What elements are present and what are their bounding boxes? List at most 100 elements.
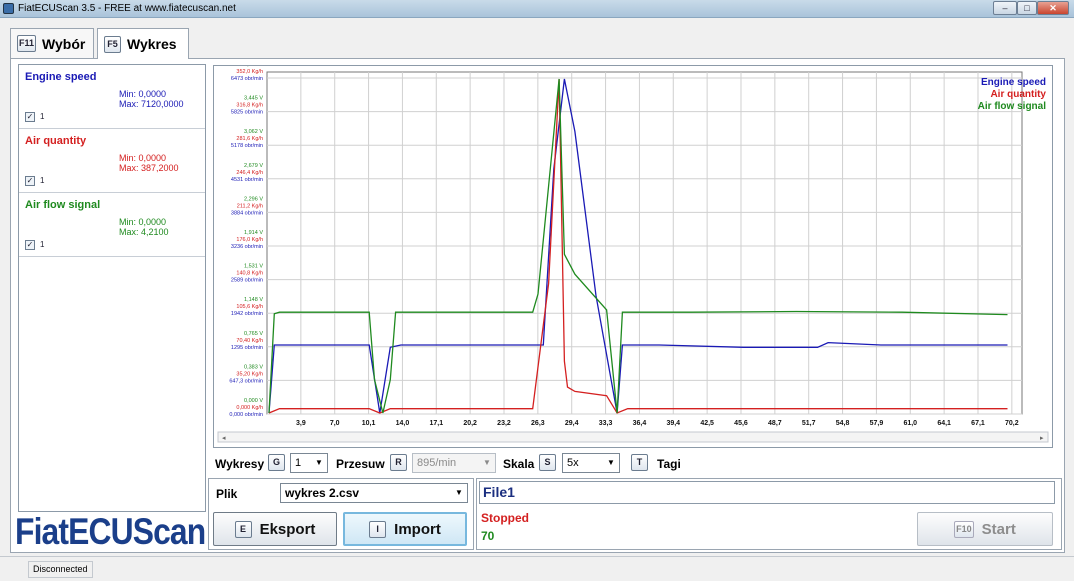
y-tick-label-voltage: 1,914 V — [244, 230, 263, 236]
tab-wykres-label: Wykres — [127, 36, 177, 52]
tab-wykres-key: F5 — [104, 35, 121, 53]
y-tick-label-air: 281,6 Kg/h — [236, 136, 263, 142]
close-button[interactable]: ✕ — [1037, 1, 1069, 15]
series-checkbox-label: 1 — [40, 176, 45, 185]
skala-value: 5x — [567, 457, 579, 469]
file-name-field[interactable]: File1 — [479, 481, 1055, 504]
series-checkbox[interactable]: ✓ — [25, 240, 35, 250]
y-tick-label-voltage: 0,000 V — [244, 398, 263, 404]
x-tick-label: 51,7 — [802, 420, 816, 427]
x-tick-label: 3,9 — [296, 420, 306, 427]
chart-container: 3,9 7,0 10,1 14,0 17,1 20,2 23,2 26,3 29,4 33,3 36… — [213, 62, 1053, 448]
y-tick-label-rpm: 647,3 obr/min — [229, 378, 263, 384]
connection-status: Disconnected — [28, 561, 93, 578]
y-tick-label-rpm: 1942 obr/min — [231, 311, 263, 317]
y-tick-label-air: 352,0 Kg/h — [236, 69, 263, 75]
minimize-button[interactable]: – — [993, 1, 1017, 15]
chart[interactable]: 3,9 7,0 10,1 14,0 17,1 20,2 23,2 26,3 29,4 33,3 36… — [214, 62, 1052, 447]
legend-entry: Engine speed — [981, 77, 1046, 88]
x-tick-label: 70,2 — [1005, 420, 1019, 427]
app-logo: FiatECUScan — [15, 511, 206, 552]
y-tick-label-air: 70,40 Kg/h — [236, 338, 263, 344]
y-tick-label-rpm: 4531 obr/min — [231, 177, 263, 183]
tab-wybor[interactable]: F11 Wybór — [10, 28, 94, 58]
series-max: Max: 7120,0000 — [119, 99, 184, 109]
y-tick-label-voltage: 1,531 V — [244, 264, 263, 270]
skala-select[interactable]: 5x ▼ — [562, 453, 620, 473]
wykresy-select[interactable]: 1 ▼ — [290, 453, 328, 473]
tab-wybor-key: F11 — [17, 35, 37, 52]
y-tick-label-air: 0,000 Kg/h — [236, 405, 263, 411]
scroll-left-icon: ◂ — [222, 435, 226, 442]
skala-label: Skala — [503, 457, 535, 471]
series-checkbox-label: 1 — [40, 112, 45, 121]
export-key: E — [234, 520, 252, 538]
x-tick-label: 23,2 — [497, 420, 511, 427]
y-tick-label-voltage: 1,148 V — [244, 297, 263, 303]
tagi-key[interactable]: T — [631, 454, 648, 471]
y-tick-label-voltage: 3,827 V — [244, 66, 263, 68]
y-tick-label-air: 316,8 Kg/h — [236, 103, 263, 109]
wykresy-label: Wykresy — [215, 457, 265, 471]
wykresy-value: 1 — [295, 457, 302, 469]
x-tick-label: 42,5 — [700, 420, 714, 427]
x-tick-label: 10,1 — [362, 420, 376, 427]
y-tick-label-rpm: 5825 obr/min — [231, 110, 263, 116]
start-label: Start — [981, 520, 1016, 538]
series-min: Min: 0,0000 — [119, 153, 167, 163]
x-tick-label: 14,0 — [396, 420, 410, 427]
tab-wybor-label: Wybór — [42, 35, 86, 52]
y-tick-label-voltage: 2,679 V — [244, 163, 263, 169]
przesuw-value: 895/min — [417, 457, 457, 469]
y-tick-label-rpm: 2589 obr/min — [231, 278, 263, 284]
series-min: Min: 0,0000 — [119, 217, 167, 227]
series-checkbox-label: 1 — [40, 240, 45, 249]
x-tick-label: 36,4 — [633, 420, 647, 427]
x-tick-label: 54,8 — [836, 420, 850, 427]
legend-entry: Air flow signal — [978, 101, 1047, 112]
maximize-button[interactable]: □ — [1017, 1, 1037, 15]
przesuw-select[interactable]: 895/min ▼ — [412, 453, 496, 473]
x-tick-label: 45,6 — [734, 420, 748, 427]
import-label: Import — [394, 520, 441, 538]
przesuw-key: R — [390, 454, 407, 471]
series-name: Air flow signal — [25, 199, 101, 211]
wykresy-key: G — [268, 454, 285, 471]
import-button[interactable]: I Import — [343, 512, 467, 546]
chevron-down-icon: ▼ — [607, 458, 615, 467]
y-tick-label-air: 211,2 Kg/h — [237, 203, 263, 209]
export-button[interactable]: E Eksport — [213, 512, 337, 546]
plik-label: Plik — [216, 487, 238, 501]
x-tick-label: 29,4 — [565, 420, 579, 427]
series-checkbox[interactable]: ✓ — [25, 176, 35, 186]
series-min: Min: 0,0000 — [119, 89, 167, 99]
status-count: 70 — [481, 529, 495, 543]
series-item-air-flow-signal[interactable]: Air flow signal Min: 0,0000 Max: 4,2100 … — [19, 193, 205, 257]
series-item-engine-speed[interactable]: Engine speed Min: 0,0000 Max: 7120,0000 … — [19, 65, 205, 129]
status-bar: Disconnected — [0, 556, 1074, 581]
tab-wykres[interactable]: F5 Wykres — [97, 28, 189, 59]
y-tick-label-rpm: 3884 obr/min — [231, 210, 263, 216]
start-key: F10 — [954, 520, 974, 538]
file-select[interactable]: wykres 2.csv ▼ — [280, 483, 468, 503]
start-button[interactable]: F10 Start — [917, 512, 1053, 546]
series-item-air-quantity[interactable]: Air quantity Min: 0,0000 Max: 387,2000 ✓… — [19, 129, 205, 193]
y-tick-label-air: 246,4 Kg/h — [236, 170, 263, 176]
y-tick-label-rpm: 1295 obr/min — [231, 345, 263, 351]
x-tick-label: 67,1 — [971, 420, 985, 427]
series-checkbox[interactable]: ✓ — [25, 112, 35, 122]
x-tick-label: 57,9 — [870, 420, 884, 427]
chevron-down-icon: ▼ — [483, 458, 491, 467]
import-key: I — [369, 520, 387, 538]
przesuw-label: Przesuw — [336, 457, 385, 471]
x-tick-label: 64,1 — [937, 420, 951, 427]
y-tick-label-voltage: 0,383 V — [244, 364, 263, 370]
chevron-down-icon: ▼ — [455, 488, 463, 497]
y-tick-label-air: 105,6 Kg/h — [236, 304, 263, 310]
x-tick-label: 39,4 — [666, 420, 680, 427]
y-tick-label-voltage: 3,445 V — [244, 96, 263, 102]
y-tick-label-air: 140,8 Kg/h — [236, 271, 263, 277]
y-tick-label-rpm: 0,000 obr/min — [229, 412, 263, 418]
chart-scrollbar[interactable] — [217, 431, 1049, 443]
series-name: Engine speed — [25, 71, 97, 83]
